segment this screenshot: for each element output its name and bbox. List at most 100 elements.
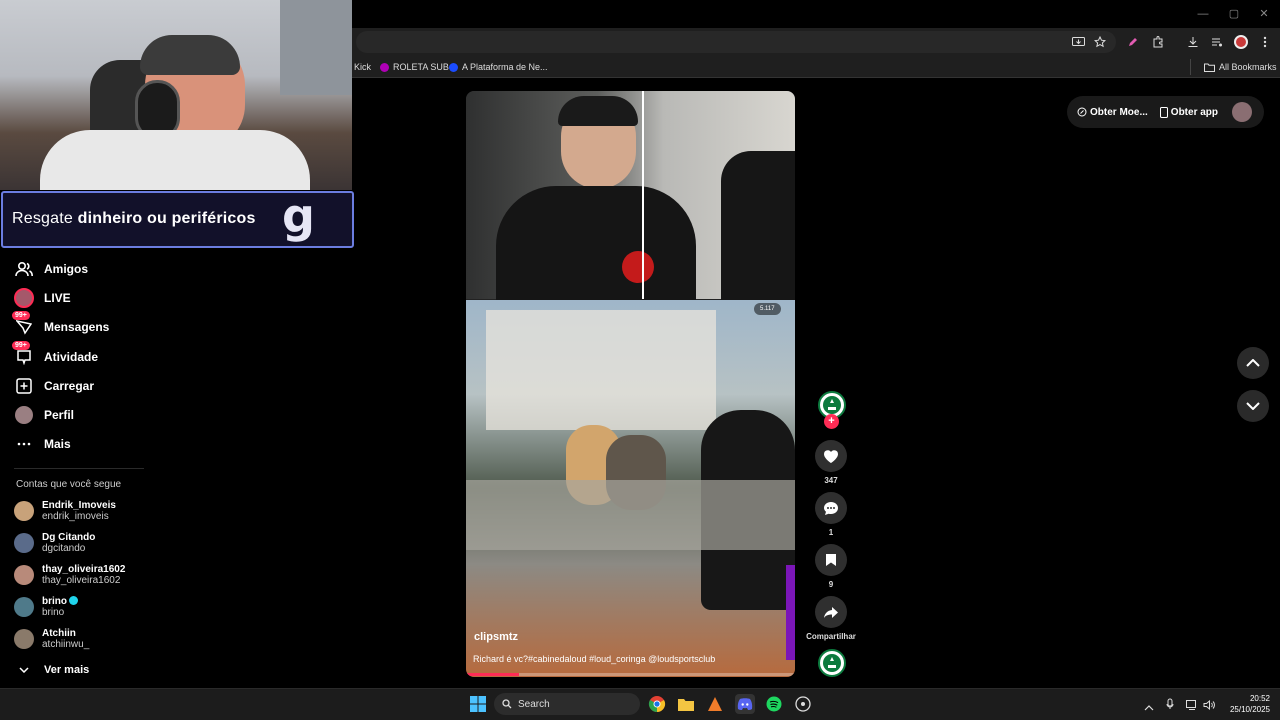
coin-icon [1077, 107, 1087, 117]
browser-menu-icon[interactable] [1256, 33, 1274, 51]
steam-like-app-icon[interactable] [793, 694, 813, 714]
sidebar-item-mais[interactable]: Mais [14, 432, 71, 456]
webcam-shirt [40, 130, 310, 190]
video-person-shirt [496, 186, 696, 306]
activity-badge: 99+ [12, 341, 30, 350]
views-badge: 5.117 [754, 303, 781, 315]
next-video-button[interactable] [1237, 390, 1269, 422]
comment-count: 1 [828, 528, 834, 537]
user-avatar[interactable] [1232, 102, 1253, 122]
video-progress-fill [466, 673, 519, 676]
bookmark-roleta-sub[interactable]: ROLETA SUB [380, 59, 449, 75]
bookmark-kick[interactable]: Kick [354, 59, 371, 75]
spotify-icon[interactable] [764, 694, 784, 714]
share-arrow-icon [824, 606, 838, 618]
video-top-frame [466, 91, 795, 306]
promo-banner-text: Resgate dinheiro ou periféricos [12, 210, 256, 227]
upload-icon [14, 376, 34, 396]
following-section-title: Contas que você segue [16, 479, 122, 490]
bookmark-icon [826, 554, 836, 566]
windows-start-icon[interactable] [468, 694, 488, 714]
chevron-down-icon [14, 660, 34, 680]
sidebar-item-live[interactable]: LIVE [14, 286, 71, 310]
webcam-person-hair [140, 35, 240, 75]
video-second-person [721, 151, 795, 301]
sidebar-item-perfil[interactable]: Perfil [14, 403, 74, 427]
chevron-up-icon [1246, 359, 1260, 367]
tray-chevron-up-icon[interactable] [1144, 698, 1156, 711]
folder-icon [1204, 63, 1215, 72]
account-avatar [14, 501, 34, 521]
profile-avatar-icon [14, 405, 34, 425]
sidebar-item-amigos[interactable]: Amigos [14, 257, 88, 281]
video-steps [466, 480, 795, 550]
taskbar-clock[interactable]: 20:52 25/10/2025 [1218, 693, 1270, 715]
follow-plus-icon[interactable]: + [824, 414, 839, 429]
downloads-icon[interactable] [1184, 33, 1202, 51]
install-app-icon[interactable] [1069, 33, 1087, 51]
messages-badge: 99+ [12, 311, 30, 320]
chevron-down-icon [1246, 402, 1260, 410]
network-icon[interactable] [1186, 697, 1200, 710]
video-player[interactable]: 5.117 clipsmtz Richard é vc?#cabinedalou… [466, 91, 795, 677]
friends-icon [14, 259, 34, 279]
discord-icon[interactable] [735, 694, 755, 714]
account-avatar [14, 597, 34, 617]
webcam-window [280, 0, 352, 95]
microphone-icon[interactable] [1166, 697, 1178, 709]
media-queue-icon[interactable] [1208, 33, 1226, 51]
sidebar-divider [14, 468, 144, 469]
bookmarks-divider [1190, 59, 1191, 75]
sidebar-item-mensagens[interactable]: 99+ Mensagens [12, 311, 109, 339]
maximize-button[interactable]: ▢ [1219, 6, 1249, 22]
following-account[interactable]: Atchiin atchiinwu_ [14, 625, 89, 653]
sidebar-item-atividade[interactable]: 99+ Atividade [12, 341, 98, 369]
video-house [486, 310, 716, 430]
following-account[interactable]: Endrik_Imoveis endrik_imoveis [14, 497, 116, 525]
windows-taskbar [0, 688, 1280, 720]
account-avatar [14, 533, 34, 553]
share-button[interactable] [815, 596, 847, 628]
file-explorer-icon[interactable] [676, 694, 696, 714]
extension-pen-icon[interactable] [1124, 33, 1142, 51]
like-button[interactable] [815, 440, 847, 472]
address-bar[interactable] [356, 31, 1116, 53]
search-icon [502, 699, 512, 709]
following-account[interactable]: thay_oliveira1602 thay_oliveira1602 [14, 561, 125, 589]
video-caption[interactable]: Richard é vc?#cabinedaloud #loud_coringa… [473, 654, 715, 664]
minimize-button[interactable]: — [1188, 6, 1218, 22]
volume-icon[interactable] [1203, 697, 1217, 711]
sound-disc-icon[interactable] [818, 649, 846, 677]
video-split-line [642, 91, 644, 299]
bookmark-plataforma[interactable]: A Plataforma de Ne... [449, 59, 548, 75]
all-bookmarks-button[interactable]: All Bookmarks [1204, 59, 1277, 75]
comment-button[interactable] [815, 492, 847, 524]
save-button[interactable] [815, 544, 847, 576]
messages-icon: 99+ [12, 311, 34, 337]
chrome-icon[interactable] [647, 694, 667, 714]
taskbar-search[interactable]: Search [494, 693, 640, 715]
account-avatar [14, 629, 34, 649]
bookmark-star-icon[interactable] [1091, 33, 1109, 51]
save-count: 9 [828, 580, 834, 589]
video-person-cap [558, 96, 638, 126]
heart-icon [824, 449, 838, 463]
more-icon [14, 434, 34, 454]
sidebar-item-carregar[interactable]: Carregar [14, 374, 94, 398]
close-window-button[interactable]: ✕ [1249, 6, 1279, 22]
following-account[interactable]: brino brino [14, 593, 78, 621]
profile-avatar-icon[interactable] [1232, 33, 1250, 51]
see-more-button[interactable]: Ver mais [14, 658, 89, 682]
live-avatar-icon [14, 288, 34, 308]
video-shirt-logo [622, 251, 654, 283]
roleta-sub-icon [380, 62, 389, 72]
get-coins-button[interactable]: Obter Moe... [1077, 107, 1148, 118]
previous-video-button[interactable] [1237, 347, 1269, 379]
vlc-like-app-icon[interactable] [705, 694, 725, 714]
video-author[interactable]: clipsmtz [474, 631, 518, 643]
extensions-puzzle-icon[interactable] [1149, 33, 1167, 51]
following-account[interactable]: Dg Citando dgcitando [14, 529, 95, 557]
video-bottom-frame [466, 300, 795, 677]
get-app-button[interactable]: Obter app [1159, 106, 1218, 118]
share-label: Compartilhar [806, 632, 856, 641]
